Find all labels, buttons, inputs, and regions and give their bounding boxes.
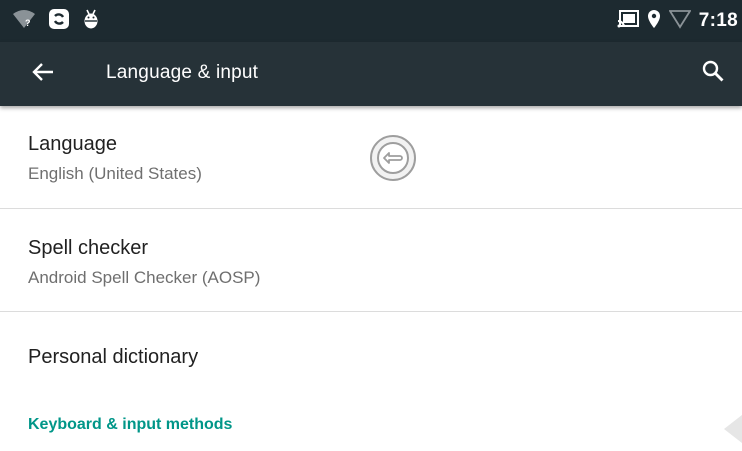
- preference-summary: Android Spell Checker (AOSP): [28, 268, 261, 287]
- arrow-back-icon: [32, 62, 54, 87]
- svg-text:?: ?: [25, 18, 31, 28]
- touch-pointer-icon: [368, 133, 418, 183]
- preference-title: Language: [28, 133, 117, 155]
- status-right-icons: 7:18: [617, 8, 738, 34]
- page-title: Language & input: [106, 62, 259, 83]
- search-button[interactable]: [698, 58, 728, 88]
- preference-title: Personal dictionary: [28, 346, 199, 368]
- preference-summary: English (United States): [28, 164, 202, 183]
- status-bar: ? 7:18: [0, 0, 742, 42]
- status-clock: 7:18: [698, 10, 738, 31]
- preference-title: Spell checker: [28, 237, 149, 259]
- preference-spell-checker[interactable]: Spell checker Android Spell Checker (AOS…: [0, 209, 742, 311]
- scroll-edge-mark: [720, 415, 742, 443]
- category-header-keyboard: Keyboard & input methods: [28, 416, 233, 433]
- preference-personal-dictionary[interactable]: Personal dictionary: [0, 312, 742, 396]
- android-debug-icon: [82, 8, 100, 35]
- settings-screen: ? 7:18 Language & input Language English…: [0, 0, 742, 451]
- location-icon: [647, 9, 661, 34]
- status-left-icons: ?: [12, 8, 100, 34]
- cast-icon: [617, 9, 639, 33]
- sync-icon: [48, 8, 70, 35]
- signal-icon: [668, 9, 692, 34]
- toolbar: Language & input: [0, 42, 742, 106]
- search-icon: [702, 60, 724, 87]
- back-button[interactable]: [28, 60, 58, 88]
- wifi-unknown-icon: ?: [12, 9, 36, 34]
